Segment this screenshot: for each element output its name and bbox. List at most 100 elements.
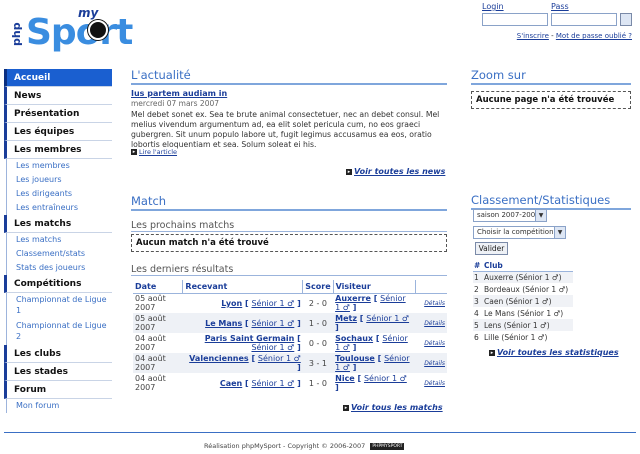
details-link[interactable]: Détails [424, 340, 445, 347]
away-category-link[interactable]: Sénior 1 ♂ [364, 374, 407, 383]
away-team-link[interactable]: Nice [335, 374, 355, 383]
read-more[interactable]: ▸ Lire l'article [131, 148, 177, 156]
nav-sub-dirigeants[interactable]: Les dirigeants [6, 187, 112, 201]
nav-competitions[interactable]: Compétitions [4, 275, 112, 293]
nav-sub-ligue1[interactable]: Championnat de Ligue 1 [6, 293, 112, 319]
details-link[interactable]: Détails [424, 360, 445, 367]
nav-stades[interactable]: Les stades [4, 363, 112, 381]
nav-membres[interactable]: Les membres [4, 141, 112, 159]
sidebar-nav: Accueil News Présentation Les équipes Le… [4, 69, 112, 413]
footer: Réalisation phpMySport - Copyright © 200… [204, 442, 405, 450]
password-input[interactable] [551, 13, 617, 26]
standings-position: 1 [473, 271, 483, 283]
login-input[interactable] [482, 13, 548, 26]
result-home: Le Mans [ Sénior 1 ♂ ] [182, 313, 303, 333]
home-team-link[interactable]: Paris Saint Germain [205, 334, 295, 343]
nav-matchs[interactable]: Les matchs [4, 215, 112, 233]
home-team-link[interactable]: Le Mans [205, 319, 242, 328]
signup-link[interactable]: S'inscrire [517, 32, 549, 40]
col-club: Club [483, 260, 573, 272]
standings-row: 6 Lille (Sénior 1 ♂) [473, 331, 573, 343]
validate-button[interactable]: Valider [475, 242, 508, 255]
away-category-link[interactable]: Sénior 1 ♂ [366, 314, 409, 323]
all-matches-link[interactable]: Voir tous les matchs [351, 403, 443, 412]
nav-sub-membres[interactable]: Les membres [6, 159, 112, 173]
col-home: Recevant [182, 280, 304, 294]
standings-row: 4 Le Mans (Sénior 1 ♂) [473, 307, 573, 319]
standings-position: 5 [473, 319, 483, 331]
competition-select[interactable]: Choisir la compétition ▼ [473, 226, 566, 239]
login-submit-button[interactable] [620, 13, 632, 26]
standings-club: Auxerre (Sénior 1 ♂) [483, 271, 573, 283]
away-team-link[interactable]: Sochaux [335, 334, 373, 343]
standings-club: Lens (Sénior 1 ♂) [483, 319, 573, 331]
all-news[interactable]: ▸ Voir toutes les news [346, 167, 445, 176]
news-date: mercredi 07 mars 2007 [131, 99, 220, 108]
nav-forum[interactable]: Forum [4, 381, 112, 399]
result-score: 0 - 0 [308, 338, 328, 348]
standings-club: Le Mans (Sénior 1 ♂) [484, 308, 564, 318]
arrow-icon: ▸ [343, 404, 349, 411]
details-link[interactable]: Détails [424, 380, 445, 387]
nav-accueil[interactable]: Accueil [4, 69, 112, 87]
result-away: Auxerre [ Sénior 1 ♂ ] [335, 294, 406, 313]
home-category-link[interactable]: Sénior 1 ♂ [251, 319, 294, 328]
home-category-link[interactable]: Sénior 1 ♂ [251, 379, 294, 388]
result-row: 04 août 2007 Valenciennes [ Sénior 1 ♂ ] 3… [133, 353, 447, 373]
result-home: Paris Saint Germain [ Sénior 1 ♂ ] [204, 334, 301, 352]
all-matches[interactable]: ▸ Voir tous les matchs [343, 403, 443, 412]
result-score: 3 - 1 [302, 353, 334, 373]
news-headline[interactable]: Ius partem audiam in [131, 89, 227, 98]
nav-clubs[interactable]: Les clubs [4, 345, 112, 363]
result-row: 05 août 2007 Lyon [ Sénior 1 ♂ ] 2 - 0 Auxe… [133, 293, 447, 313]
standings-table: # Club 1 Auxerre (Sénior 1 ♂) 2 Bordeaux (S… [473, 260, 573, 343]
site-logo[interactable]: php Sport my [8, 6, 148, 54]
details-link[interactable]: Détails [424, 320, 445, 327]
result-row: 04 août 2007 Paris Saint Germain [ Sénior… [133, 333, 447, 353]
nav-news[interactable]: News [4, 87, 112, 105]
nav-sub-matchs[interactable]: Les matchs [6, 233, 112, 247]
nav-presentation[interactable]: Présentation [4, 105, 112, 123]
home-category-link[interactable]: Sénior 1 ♂ [258, 354, 301, 363]
zoom-section-title: Zoom sur [471, 68, 631, 85]
no-match-notice: Aucun match n'a été trouvé [131, 234, 447, 252]
all-news-link[interactable]: Voir toutes les news [354, 167, 445, 176]
home-category-link[interactable]: Sénior 1 ♂ [251, 299, 294, 308]
details-link[interactable]: Détails [424, 300, 445, 307]
away-team-link[interactable]: Metz [335, 314, 357, 323]
standings-position: 3 [473, 295, 483, 307]
result-row: 05 août 2007 Le Mans [ Sénior 1 ♂ ] 1 - 0M… [133, 313, 447, 333]
result-home: Lyon [ Sénior 1 ♂ ] [221, 298, 301, 308]
away-team-link[interactable]: Auxerre [335, 294, 371, 303]
home-team-link[interactable]: Caen [220, 379, 242, 388]
standings-club: Caen (Sénior 1 ♂) [483, 295, 573, 307]
home-category-link[interactable]: Sénior 1 ♂ [251, 343, 294, 352]
read-more-link[interactable]: Lire l'article [139, 148, 177, 156]
nav-sub-joueurs[interactable]: Les joueurs [6, 173, 112, 187]
nav-sub-entraineurs[interactable]: Les entraîneurs [6, 201, 112, 215]
forgot-password-link[interactable]: Mot de passe oublié ? [556, 32, 632, 40]
away-team-link[interactable]: Toulouse [335, 354, 375, 363]
all-stats-link[interactable]: Voir toutes les statistiques [497, 348, 619, 357]
standings-club: Lille (Sénior 1 ♂) [484, 332, 548, 342]
chevron-down-icon: ▼ [554, 227, 565, 238]
results-table: Date Recevant Score Visiteur 05 août 200… [133, 280, 447, 393]
all-stats[interactable]: ▸ Voir toutes les statistiques [489, 348, 619, 357]
nav-sub-classement[interactable]: Classement/stats [6, 247, 112, 261]
nav-sub-ligue2[interactable]: Championnat de Ligue 2 [6, 319, 112, 345]
nav-sub-stats-joueurs[interactable]: Stats des joueurs [6, 261, 112, 275]
match-section-title: Match [131, 194, 447, 211]
result-away: Metz [ Sénior 1 ♂ ] [333, 313, 415, 333]
result-date: 05 août 2007 [135, 294, 166, 313]
home-team-link[interactable]: Valenciennes [189, 354, 249, 363]
standings-row: 3 Caen (Sénior 1 ♂) [473, 295, 573, 307]
footer-badge[interactable]: PHPMYSPORT [370, 442, 405, 450]
home-team-link[interactable]: Lyon [221, 299, 242, 308]
nav-equipes[interactable]: Les équipes [4, 123, 112, 141]
nav-sub-mon-forum[interactable]: Mon forum [6, 399, 112, 413]
result-date: 05 août 2007 [133, 313, 183, 333]
season-select[interactable]: saison 2007-2008 ▼ [473, 209, 547, 222]
footer-divider [4, 432, 636, 433]
upcoming-matches-title: Les prochains matchs [131, 220, 447, 232]
footer-text: Réalisation phpMySport - Copyright © 200… [204, 442, 366, 450]
